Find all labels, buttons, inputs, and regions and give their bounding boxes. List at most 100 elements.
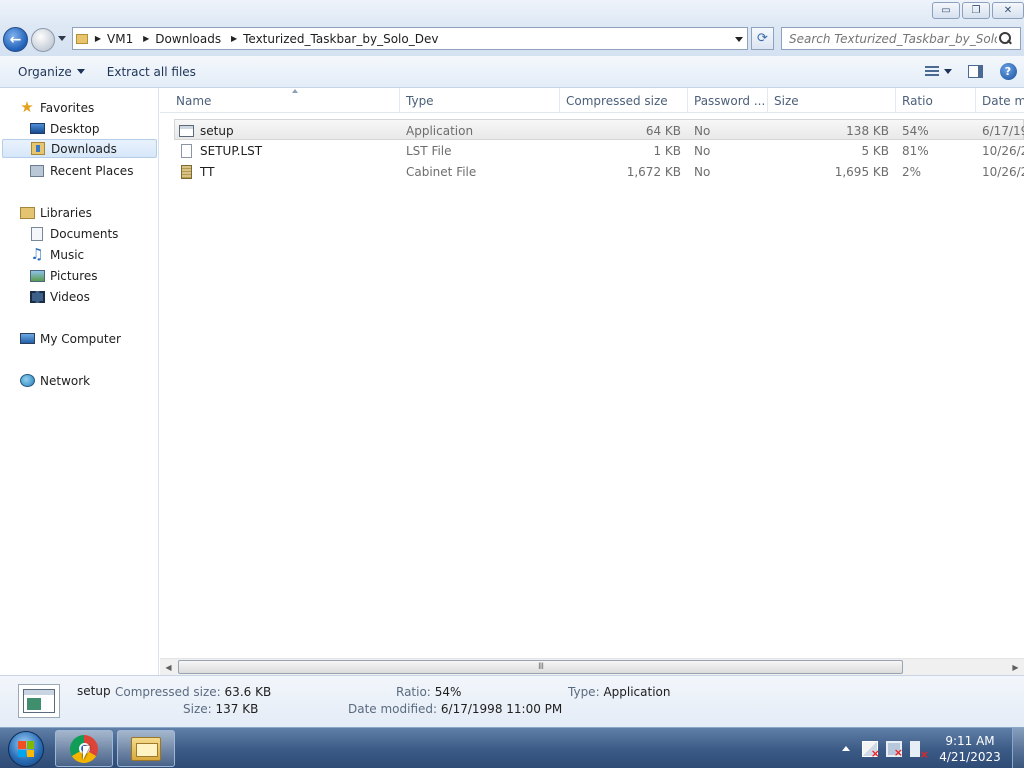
maximize-button[interactable]: ❐ [962,2,990,19]
nav-item-recent-places[interactable]: Recent Places [29,161,133,180]
volume-muted-icon[interactable] [910,740,929,761]
file-row-setup[interactable]: setup Application 64 KB No 138 KB 54% 6/… [174,119,1024,140]
pictures-icon [29,268,45,284]
start-button[interactable] [8,731,44,767]
taskbar-explorer-button[interactable] [117,730,175,767]
details-value: Application [603,685,671,699]
system-clock[interactable]: 9:11 AM 4/21/2023 [934,733,1006,765]
column-header-label: Compressed size [566,93,668,108]
scroll-right-arrow-icon[interactable]: ▶ [1007,659,1024,675]
nav-libraries[interactable]: Libraries [19,203,92,222]
file-password: No [694,123,711,138]
nav-favorites[interactable]: ★ Favorites [19,98,94,117]
file-compressed-size: 64 KB [645,123,681,138]
show-hidden-icons-icon[interactable] [842,746,850,751]
details-ratio: Ratio: 54% [396,685,461,699]
horizontal-scrollbar[interactable]: ◀ III ▶ [160,658,1024,675]
application-icon [178,123,194,139]
help-icon: ? [999,62,1017,80]
address-dropdown-icon[interactable] [735,37,743,42]
libraries-icon [19,205,35,221]
breadcrumb-separator-icon[interactable]: ▶ [227,34,241,43]
preview-pane-button[interactable] [958,60,992,82]
forward-button[interactable] [31,28,55,52]
column-header-password[interactable]: Password ... [688,88,768,113]
scrollbar-thumb[interactable]: III [178,660,903,674]
nav-item-pictures[interactable]: Pictures [29,266,98,285]
show-desktop-button[interactable] [1012,728,1024,768]
recent-locations-dropdown[interactable] [58,36,66,41]
details-label: Size: [183,702,212,716]
clock-time: 9:11 AM [945,733,995,748]
nav-item-label: Downloads [51,141,117,156]
column-header-name[interactable]: Name [170,88,400,113]
network-icon [19,373,35,389]
extract-all-files-button[interactable]: Extract all files [96,60,207,84]
taskbar: 9:11 AM 4/21/2023 [0,727,1024,768]
nav-item-documents[interactable]: Documents [29,224,118,243]
column-header-size[interactable]: Size [768,88,896,113]
column-header-date-modified[interactable]: Date mo [976,88,1024,113]
scroll-left-arrow-icon[interactable]: ◀ [160,659,177,675]
column-header-row: Name Type Compressed size Password ... S… [160,88,1024,113]
refresh-button[interactable]: ⟳ [751,27,774,50]
maximize-icon: ❐ [971,5,981,16]
nav-item-desktop[interactable]: Desktop [29,119,100,138]
details-value: 63.6 KB [224,685,272,699]
file-compressed-size: 1,672 KB [626,164,681,179]
breadcrumb-current-folder[interactable]: Texturized_Taskbar_by_Solo_Dev [241,32,444,46]
close-button[interactable]: ✕ [992,2,1024,19]
nav-libraries-label: Libraries [40,205,92,220]
details-value: 137 KB [215,702,259,716]
file-row-setup-lst[interactable]: SETUP.LST LST File 1 KB No 5 KB 81% 10/2… [174,140,1024,161]
change-view-button[interactable] [920,60,956,82]
file-list: Name Type Compressed size Password ... S… [160,88,1024,675]
breadcrumb-vm1[interactable]: VM1 [105,32,139,46]
details-value: 54% [434,685,462,699]
file-row-tt[interactable]: TT Cabinet File 1,672 KB No 1,695 KB 2% … [174,161,1024,182]
window-controls: ▭ ❐ ✕ [932,2,1024,19]
clock-date: 4/21/2023 [939,749,1001,764]
breadcrumb-separator-icon[interactable]: ▶ [91,34,105,43]
folder-icon [73,28,91,50]
action-center-icon[interactable] [862,740,880,760]
file-type: Cabinet File [406,164,477,179]
address-bar[interactable]: ▶ VM1 ▶ Downloads ▶ Texturized_Taskbar_b… [72,27,748,50]
breadcrumb-downloads[interactable]: Downloads [153,32,227,46]
column-header-label: Date mo [982,93,1024,108]
column-header-ratio[interactable]: Ratio [896,88,976,113]
nav-item-label: Music [50,247,85,262]
nav-network[interactable]: Network [19,371,90,390]
help-button[interactable]: ? [992,60,1024,82]
search-icon[interactable] [997,31,1013,47]
column-header-type[interactable]: Type [400,88,560,113]
file-ratio: 81% [902,143,929,158]
nav-item-videos[interactable]: Videos [29,287,90,306]
nav-network-label: Network [40,373,91,388]
column-header-label: Name [176,93,212,108]
file-ratio: 54% [902,123,929,138]
desktop-icon [29,121,45,137]
file-name: SETUP.LST [200,143,263,158]
column-header-compressed-size[interactable]: Compressed size [560,88,688,113]
network-status-icon[interactable] [886,740,903,759]
nav-my-computer[interactable]: My Computer [19,329,121,348]
favorites-star-icon: ★ [20,98,34,116]
videos-icon [29,289,45,305]
search-box[interactable] [781,27,1021,50]
file-size: 138 KB [846,123,889,138]
nav-item-label: Documents [50,226,119,241]
scroll-grip-icon: III [538,662,544,672]
breadcrumb-separator-icon[interactable]: ▶ [139,34,153,43]
nav-item-label: Desktop [50,121,100,136]
back-arrow-icon: ← [9,31,22,48]
mouse-cursor-icon [83,746,90,760]
minimize-button[interactable]: ▭ [932,2,960,19]
organize-button[interactable]: Organize [7,60,96,84]
back-button[interactable]: ← [3,27,28,52]
nav-my-computer-label: My Computer [40,331,121,346]
search-input[interactable] [789,31,997,46]
nav-item-music[interactable]: ♫ Music [29,245,84,264]
title-bar: ▭ ❐ ✕ [0,0,1024,24]
nav-item-downloads[interactable]: Downloads [2,139,157,158]
